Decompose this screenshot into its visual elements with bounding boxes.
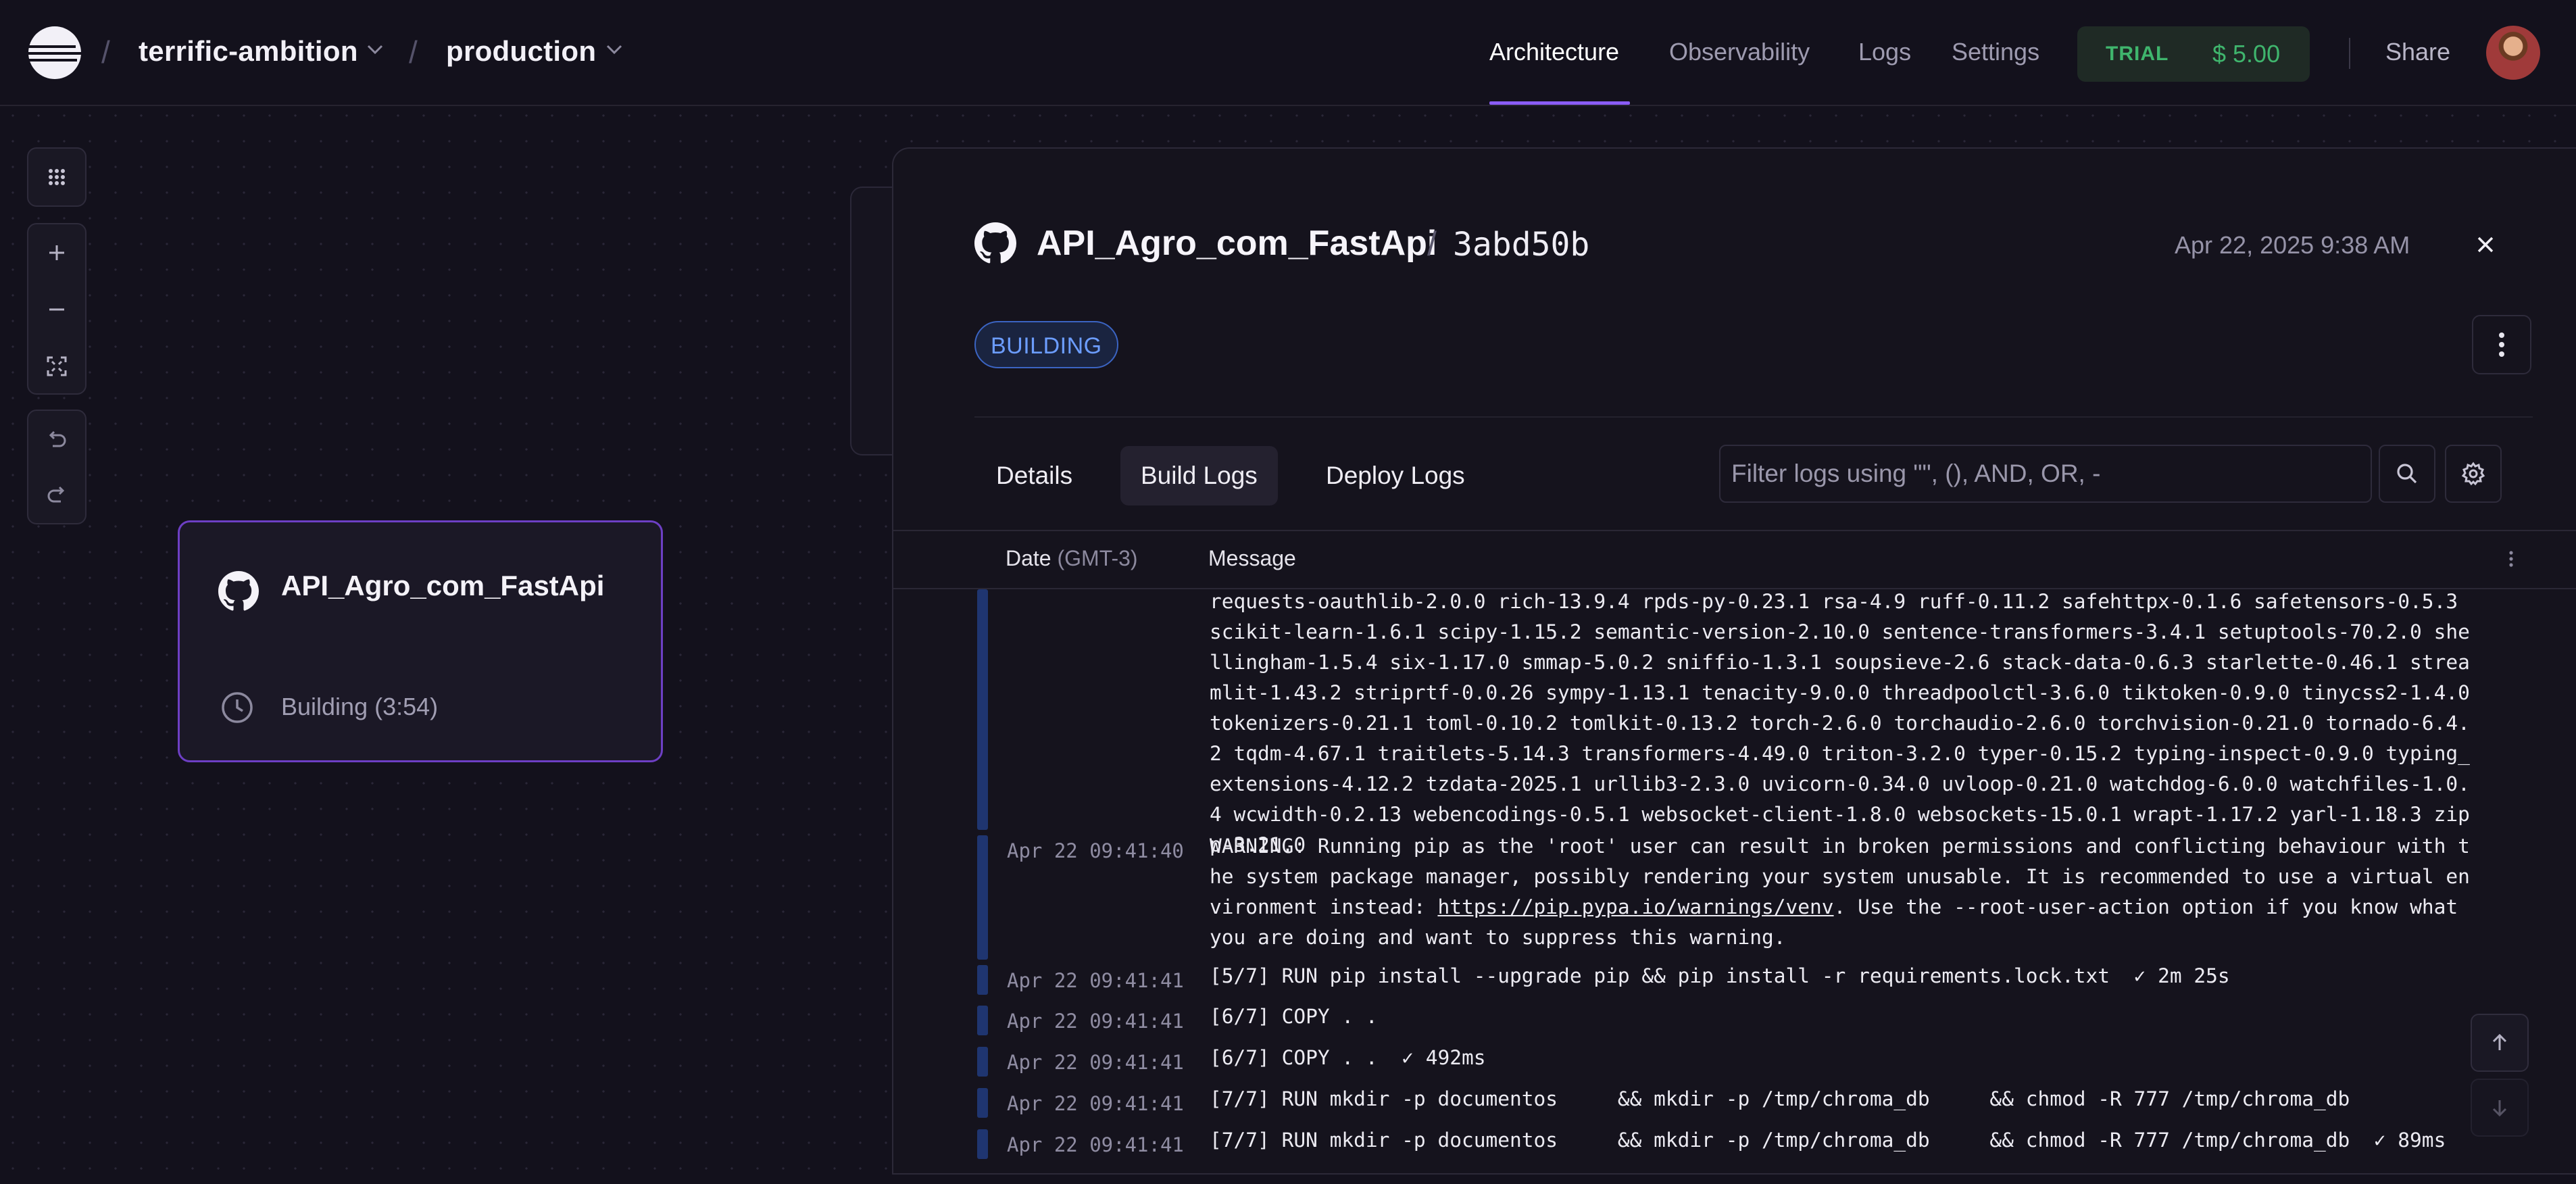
divider (974, 416, 2533, 418)
log-message: [6/7] COPY . . (1210, 1005, 1378, 1028)
github-icon (974, 222, 1016, 264)
zoom-out-button[interactable] (28, 282, 85, 337)
history-toolbar (27, 410, 86, 524)
log-level-bar (977, 1047, 988, 1077)
redo-button[interactable] (28, 468, 85, 522)
search-button[interactable] (2379, 445, 2435, 503)
deployment-date: Apr 22, 2025 9:38 AM (2175, 231, 2410, 259)
log-message: [7/7] RUN mkdir -p documentos && mkdir -… (1210, 1087, 2350, 1110)
search-icon (2397, 464, 2417, 484)
log-message: WARNING: Running pip as the 'root' user … (1210, 831, 2480, 953)
log-date: Apr 22 09:41:40 (1007, 839, 1184, 862)
tab-build-logs[interactable]: Build Logs (1120, 446, 1278, 505)
breadcrumb-separator: / (409, 34, 418, 70)
grid-icon (49, 169, 65, 185)
environment-name[interactable]: production (446, 35, 596, 68)
header-divider (2349, 38, 2350, 69)
log-level-bar (977, 1129, 988, 1159)
log-level-bar (977, 835, 988, 960)
project-name[interactable]: terrific-ambition (139, 35, 358, 68)
log-settings-button[interactable] (2445, 445, 2502, 503)
github-icon (218, 571, 259, 611)
minus-icon (49, 308, 64, 311)
zoom-in-button[interactable] (28, 226, 85, 280)
status-badge: BUILDING (974, 321, 1118, 368)
log-message: requests-oauthlib-2.0.0 rich-13.9.4 rpds… (1210, 590, 2482, 856)
fit-view-button[interactable] (28, 339, 85, 393)
active-nav-indicator (1489, 101, 1630, 105)
log-list[interactable]: requests-oauthlib-2.0.0 rich-13.9.4 rpds… (893, 589, 2576, 1184)
gear-icon (2461, 462, 2485, 486)
arrow-up-icon (2492, 1033, 2507, 1050)
log-level-bar (977, 1006, 988, 1035)
grid-toolbar (27, 147, 86, 207)
log-level-bar (977, 589, 988, 830)
timezone-label: (GMT-3) (1057, 546, 1138, 570)
chevron-down-icon[interactable] (604, 42, 624, 57)
trial-amount: $ 5.00 (2212, 40, 2281, 68)
nav-architecture[interactable]: Architecture (1489, 38, 1619, 66)
undo-icon (49, 430, 66, 447)
trial-label: TRIAL (2106, 43, 2169, 65)
log-filter-input[interactable] (1719, 445, 2372, 503)
deployment-panel: API_Agro_com_FastApi / 3abd50b Apr 22, 2… (892, 147, 2576, 1175)
log-header-top-border (893, 530, 2576, 531)
service-name: API_Agro_com_FastApi (281, 570, 605, 601)
tab-deploy-logs[interactable]: Deploy Logs (1306, 446, 1485, 505)
zoom-toolbar (27, 223, 86, 395)
tab-details[interactable]: Details (976, 446, 1093, 505)
title-separator: / (1427, 225, 1437, 263)
close-icon[interactable] (2472, 231, 2499, 258)
scroll-to-top-button[interactable] (2471, 1014, 2529, 1072)
kebab-icon (2499, 332, 2504, 357)
trial-badge[interactable]: TRIAL $ 5.00 (2077, 26, 2310, 82)
log-message: [6/7] COPY . . ✓ 492ms (1210, 1046, 1486, 1069)
column-header-date[interactable]: Date (GMT-3) (1006, 546, 1138, 571)
grid-button[interactable] (28, 150, 85, 204)
commit-hash[interactable]: 3abd50b (1453, 226, 1589, 264)
railway-logo-icon[interactable] (27, 25, 82, 80)
share-button[interactable]: Share (2385, 38, 2450, 66)
redo-icon (47, 486, 65, 503)
log-date: Apr 22 09:41:41 (1007, 969, 1184, 992)
pip-warning-link[interactable]: https://pip.pypa.io/warnings/venv (1437, 895, 1833, 918)
clock-icon (222, 692, 253, 723)
more-options-button[interactable] (2472, 315, 2531, 374)
log-level-bar (977, 965, 988, 995)
date-label: Date (1006, 546, 1051, 570)
chevron-down-icon[interactable] (365, 42, 385, 57)
log-message: [7/7] RUN mkdir -p documentos && mkdir -… (1210, 1129, 2446, 1152)
undo-button[interactable] (28, 412, 85, 466)
log-date: Apr 22 09:41:41 (1007, 1051, 1184, 1074)
deployment-repo[interactable]: API_Agro_com_FastApi (1037, 223, 1437, 264)
fit-view-icon (47, 356, 67, 376)
top-header: / terrific-ambition / production Archite… (0, 0, 2576, 106)
plus-icon (49, 245, 64, 260)
log-date: Apr 22 09:41:41 (1007, 1092, 1184, 1115)
arrow-down-icon (2492, 1100, 2507, 1117)
service-status: Building (3:54) (281, 693, 439, 720)
column-header-message: Message (1208, 546, 1296, 570)
avatar[interactable] (2486, 26, 2540, 80)
kebab-icon[interactable] (2504, 549, 2518, 569)
log-date: Apr 22 09:41:41 (1007, 1010, 1184, 1033)
log-message: [5/7] RUN pip install --upgrade pip && p… (1210, 964, 2230, 987)
nav-settings[interactable]: Settings (1952, 38, 2039, 66)
service-card[interactable]: API_Agro_com_FastApi Building (3:54) (178, 520, 663, 762)
breadcrumb-separator: / (101, 34, 110, 70)
nav-observability[interactable]: Observability (1669, 38, 1810, 66)
log-level-bar (977, 1088, 988, 1118)
nav-logs[interactable]: Logs (1858, 38, 1911, 66)
scroll-to-bottom-button[interactable] (2471, 1079, 2529, 1137)
log-date: Apr 22 09:41:41 (1007, 1133, 1184, 1156)
